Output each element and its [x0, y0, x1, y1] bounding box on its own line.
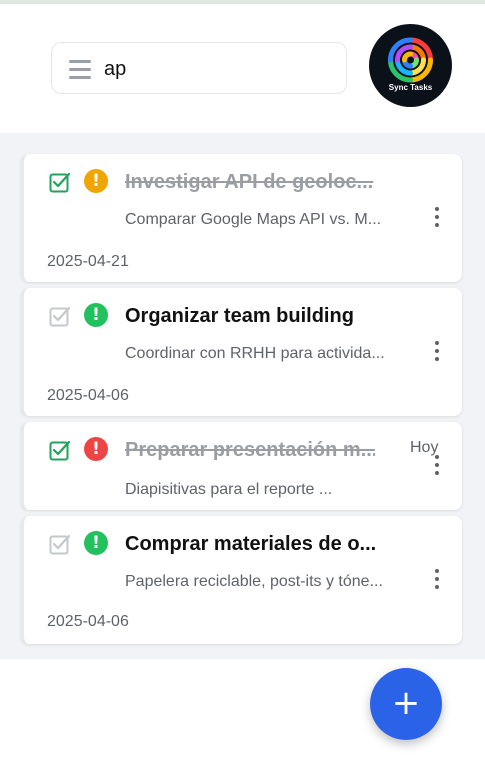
more-options-icon[interactable] — [431, 455, 443, 479]
task-date: 2025-04-06 — [47, 613, 129, 630]
search-input[interactable] — [104, 55, 324, 83]
checked-checkbox-icon[interactable] — [49, 171, 71, 193]
task-description: Papelera reciclable, post-its y tóne... — [125, 573, 383, 590]
task-card[interactable]: ! Preparar presentación m... Hoy Diapisi… — [21, 422, 462, 510]
priority-medium-icon: ! — [84, 169, 108, 193]
menu-icon[interactable] — [69, 60, 91, 79]
plus-icon: + — [391, 683, 421, 723]
unchecked-checkbox-icon[interactable] — [49, 305, 71, 327]
task-description: Diapisitivas para el reporte ... — [125, 481, 333, 498]
priority-low-icon: ! — [84, 303, 108, 327]
task-card[interactable]: ! Organizar team building Coordinar con … — [21, 288, 462, 416]
task-title: Comprar materiales de o... — [125, 533, 375, 555]
task-title: Investigar API de geoloc... — [125, 171, 374, 193]
add-task-button[interactable]: + — [370, 668, 442, 740]
logo-text: Sync Tasks — [388, 83, 433, 92]
logo-swirl-icon — [388, 37, 433, 83]
more-options-icon[interactable] — [431, 341, 443, 365]
task-description: Comparar Google Maps API vs. M... — [125, 211, 382, 228]
more-options-icon[interactable] — [431, 207, 443, 231]
task-title: Preparar presentación m... — [125, 439, 375, 461]
task-date: 2025-04-06 — [47, 387, 129, 404]
priority-low-icon: ! — [84, 531, 108, 555]
task-card[interactable]: ! Comprar materiales de o... Papelera re… — [21, 516, 462, 644]
task-card[interactable]: ! Investigar API de geoloc... Comparar G… — [21, 154, 462, 282]
app-logo[interactable]: Sync Tasks — [369, 24, 452, 107]
task-title: Organizar team building — [125, 305, 354, 327]
task-date: 2025-04-21 — [47, 253, 129, 270]
search-bar — [51, 42, 347, 94]
checked-checkbox-icon[interactable] — [49, 439, 71, 461]
more-options-icon[interactable] — [431, 569, 443, 593]
priority-high-icon: ! — [84, 437, 108, 461]
unchecked-checkbox-icon[interactable] — [49, 533, 71, 555]
task-description: Coordinar con RRHH para activida... — [125, 345, 385, 362]
top-border — [0, 0, 485, 4]
